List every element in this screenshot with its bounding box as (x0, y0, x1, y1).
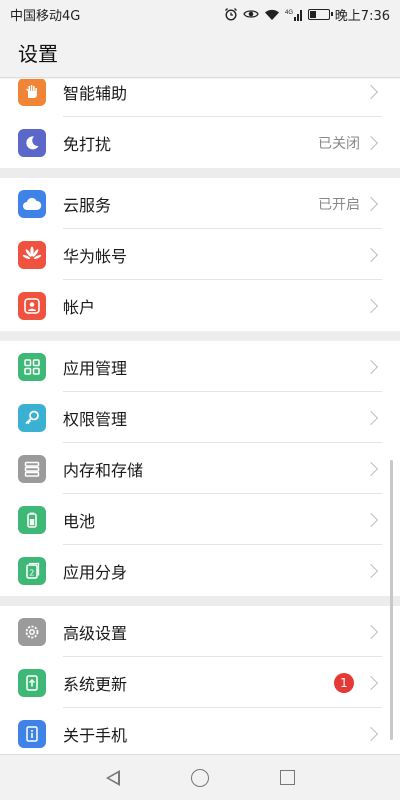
cloud-icon (18, 189, 46, 218)
settings-item-cloud[interactable]: 云服务 已开启 (0, 178, 400, 229)
settings-item-storage[interactable]: 内存和存储 (0, 443, 400, 494)
chevron-right-icon (363, 624, 379, 639)
status-text: 已关闭 (318, 135, 360, 152)
settings-item-label: 关于手机 (63, 725, 128, 745)
update-count-badge: 1 (334, 672, 354, 693)
settings-item-system-update[interactable]: 系统更新 1 (0, 657, 400, 708)
app-twin-icon: 2 (18, 556, 46, 585)
settings-item-smart-assist[interactable]: 智能辅助 (0, 79, 400, 117)
page-header: 设置 (0, 28, 400, 78)
alarm-icon (224, 8, 237, 21)
settings-item-label: 智能辅助 (63, 83, 128, 103)
chevron-right-icon (363, 461, 379, 476)
hand-icon (18, 79, 46, 106)
settings-item-label: 华为帐号 (63, 246, 128, 266)
settings-item-label: 系统更新 (63, 674, 128, 694)
settings-item-do-not-disturb[interactable]: 免打扰 已关闭 (0, 117, 400, 168)
settings-item-label: 内存和存储 (63, 460, 144, 480)
settings-item-label: 云服务 (63, 195, 112, 215)
clock-label: 晚上7:36 (334, 8, 390, 24)
account-icon (18, 291, 46, 320)
signal-icon: 4G (285, 9, 302, 21)
status-text: 已开启 (318, 196, 360, 213)
svg-text:2: 2 (29, 568, 34, 577)
group-separator (0, 331, 400, 341)
settings-item-advanced[interactable]: 高级设置 (0, 606, 400, 657)
home-icon[interactable] (190, 768, 209, 787)
chevron-right-icon (363, 512, 379, 527)
moon-icon (18, 128, 46, 157)
chevron-right-icon (363, 675, 379, 690)
chevron-right-icon (363, 247, 379, 262)
settings-group-system: 高级设置 系统更新 1 关于手机 (0, 606, 400, 754)
chevron-right-icon (363, 359, 379, 374)
status-bar: 中国移动4G 4G 晚上7:36 (0, 0, 400, 28)
battery-icon (18, 505, 46, 534)
settings-item-label: 免打扰 (63, 134, 112, 154)
chevron-right-icon (363, 726, 379, 741)
carrier-label: 中国移动4G (10, 8, 81, 24)
wifi-icon (264, 9, 279, 20)
settings-item-app-management[interactable]: 应用管理 (0, 341, 400, 392)
page-title: 设置 (18, 42, 58, 66)
apps-grid-icon (18, 352, 46, 381)
chevron-right-icon (363, 410, 379, 425)
back-icon[interactable] (105, 769, 120, 786)
settings-item-label: 电池 (63, 511, 96, 531)
chevron-right-icon (363, 298, 379, 313)
settings-item-accounts[interactable]: 帐户 (0, 280, 400, 331)
settings-group-assist: 智能辅助 免打扰 已关闭 (0, 79, 400, 168)
settings-item-app-twin[interactable]: 2 应用分身 (0, 545, 400, 596)
chevron-right-icon (363, 563, 379, 578)
settings-item-permissions[interactable]: 权限管理 (0, 392, 400, 443)
battery-status-icon (307, 8, 333, 20)
settings-item-label: 权限管理 (63, 409, 128, 429)
settings-list[interactable]: 智能辅助 免打扰 已关闭 云服务 已开启 华为帐号 帐户 应用管理 权限管理 内… (0, 79, 400, 754)
info-icon (18, 719, 46, 748)
chevron-right-icon (363, 196, 379, 211)
settings-item-battery[interactable]: 电池 (0, 494, 400, 545)
huawei-logo-icon (18, 240, 46, 269)
navigation-bar (0, 754, 400, 800)
settings-item-label: 应用管理 (63, 358, 128, 378)
gear-icon (18, 617, 46, 646)
svg-text:4G: 4G (285, 10, 293, 16)
chevron-right-icon (363, 84, 379, 99)
scrollbar[interactable] (390, 460, 393, 740)
chevron-right-icon (363, 135, 379, 150)
group-separator (0, 168, 400, 178)
settings-item-about-phone[interactable]: 关于手机 (0, 708, 400, 754)
settings-item-label: 高级设置 (63, 623, 128, 643)
group-separator (0, 596, 400, 606)
settings-item-huawei-account[interactable]: 华为帐号 (0, 229, 400, 280)
settings-item-label: 应用分身 (63, 562, 128, 582)
settings-group-accounts: 云服务 已开启 华为帐号 帐户 (0, 178, 400, 331)
settings-group-apps: 应用管理 权限管理 内存和存储 电池 2 应用分身 (0, 341, 400, 596)
settings-item-label: 帐户 (63, 297, 96, 317)
system-update-icon (18, 668, 46, 697)
key-icon (18, 403, 46, 432)
recent-apps-icon[interactable] (279, 770, 295, 785)
storage-icon (18, 454, 46, 483)
eye-icon (243, 10, 259, 18)
